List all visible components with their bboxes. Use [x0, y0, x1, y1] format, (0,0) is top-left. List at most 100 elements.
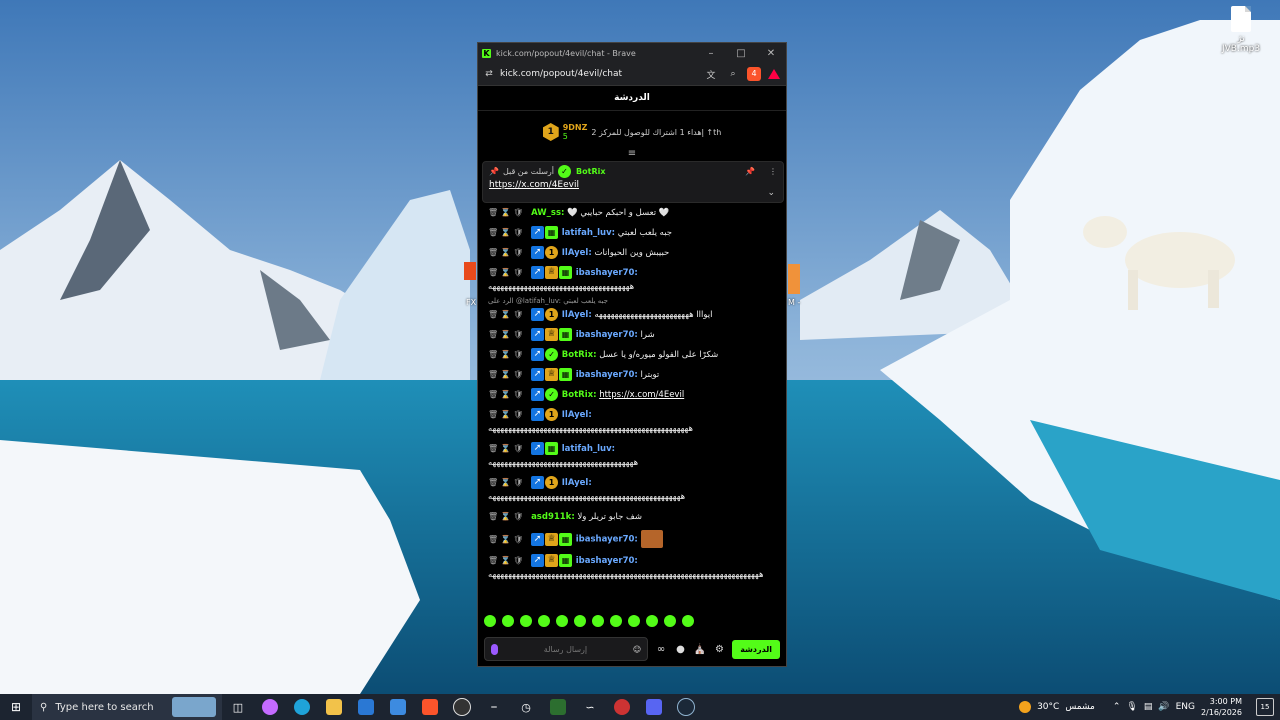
message-username[interactable]: latifah_luv: [562, 444, 615, 454]
emote-icon[interactable] [538, 615, 550, 627]
url-field[interactable]: kick.com/popout/4evil/chat [500, 69, 700, 79]
taskbar-search[interactable]: ⚲ Type here to search [32, 694, 222, 720]
mod-actions-icon[interactable]: 🗑 ⌛ 🛡 [488, 248, 523, 257]
message-username[interactable]: AW_ss: [531, 208, 564, 218]
mod-actions-icon[interactable]: 🗑 ⌛ 🛡 [488, 310, 523, 319]
unpin-icon[interactable]: 📌 [745, 167, 755, 176]
desktop-file-icon[interactable]: نژ‎ JVB.mp3 [1222, 6, 1260, 54]
infinity-icon[interactable]: ∞ [654, 644, 667, 655]
clock[interactable]: 3:00 PM 2/16/2026 [1201, 696, 1242, 718]
message-username[interactable]: IlAyel: [562, 410, 592, 420]
reply-reference[interactable]: الرد على @latifah_luv: جبه يلعب لعبتي [478, 297, 784, 305]
drag-handle-icon[interactable]: ≡ [478, 149, 786, 161]
emote-icon[interactable] [484, 615, 496, 627]
emote-icon[interactable] [556, 615, 568, 627]
file-explorer-icon[interactable] [318, 694, 350, 720]
weather-sun-icon[interactable] [1019, 701, 1032, 713]
outlook-icon[interactable] [350, 694, 382, 720]
speedometer-icon[interactable]: ◷ [510, 694, 542, 720]
brave-icon[interactable] [414, 694, 446, 720]
emote-icon[interactable] [664, 615, 676, 627]
pinned-link[interactable]: https://x.com/4Eevil [483, 180, 783, 190]
obs-icon[interactable] [446, 694, 478, 720]
pinned-username[interactable]: BotRix [576, 167, 605, 176]
emote-icon[interactable] [502, 615, 514, 627]
message-username[interactable]: IlAyel: [562, 478, 592, 488]
emote-icon[interactable] [574, 615, 586, 627]
emoji-icon[interactable]: ☺ [633, 645, 641, 654]
store-icon[interactable]: ⛪ [693, 644, 706, 655]
microphone-tray-icon[interactable]: 🎙 [1126, 702, 1137, 712]
windows-start-icon[interactable]: ⊞ [0, 700, 32, 714]
message-username[interactable]: ibashayer70: [576, 370, 638, 380]
emote-icon[interactable] [592, 615, 604, 627]
desktop-icon-peek-left[interactable]: FX [466, 298, 476, 307]
edge-icon[interactable] [286, 694, 318, 720]
emote-icon[interactable] [628, 615, 640, 627]
sub-goal-banner[interactable]: 1 9DNZ 5 إهداء 1 اشتراك للوصول للمركز 2 … [478, 115, 786, 149]
steam-icon[interactable] [670, 694, 702, 720]
chevron-up-icon[interactable]: ⌃ [1113, 702, 1121, 712]
brave-shields-icon[interactable]: 4 [747, 67, 761, 81]
weather-label[interactable]: مشمس [1065, 702, 1095, 712]
message-username[interactable]: BotRix: [562, 390, 597, 400]
mod-actions-icon[interactable]: 🗑 ⌛ 🛡 [488, 512, 523, 521]
message-username[interactable]: asd911k: [531, 512, 575, 522]
message-username[interactable]: ibashayer70: [576, 330, 638, 340]
kicks-icon[interactable]: ● [674, 644, 687, 655]
app-icon[interactable]: ⎯ [478, 694, 510, 720]
message-username[interactable]: IlAyel: [562, 310, 592, 320]
settings-gear-icon[interactable]: ⚙ [713, 644, 726, 655]
mod-actions-icon[interactable]: 🗑 ⌛ 🛡 [488, 228, 523, 237]
close-button[interactable]: ✕ [756, 48, 786, 59]
mod-actions-icon[interactable]: 🗑 ⌛ 🛡 [488, 268, 523, 277]
minimize-button[interactable]: – [696, 48, 726, 59]
message-username[interactable]: latifah_luv: [562, 228, 615, 238]
store-app-icon[interactable] [382, 694, 414, 720]
message-username[interactable]: ibashayer70: [576, 535, 638, 545]
chat-input[interactable]: إرسال رسالة ☺ [484, 637, 649, 661]
emote-icon[interactable] [646, 615, 658, 627]
copilot-icon[interactable] [254, 694, 286, 720]
chat-messages[interactable]: 🗑 ⌛ 🛡 AW_ss: 🤍 تعسل و احبكم حبايبي 🤍 🗑 ⌛… [478, 203, 784, 615]
mod-actions-icon[interactable]: 🗑 ⌛ 🛡 [488, 410, 523, 419]
emote-icon[interactable] [682, 615, 694, 627]
mod-actions-icon[interactable]: 🗑 ⌛ 🛡 [488, 478, 523, 487]
notification-center-icon[interactable]: 15 [1256, 698, 1274, 716]
message-username[interactable]: IlAyel: [562, 248, 592, 258]
language-indicator[interactable]: ENG [1176, 702, 1195, 712]
mod-actions-icon[interactable]: 🗑 ⌛ 🛡 [488, 444, 523, 453]
emote-icon[interactable] [610, 615, 622, 627]
discord-icon[interactable] [638, 694, 670, 720]
desktop-icon-peek-right[interactable]: M - [788, 298, 800, 307]
mod-actions-icon[interactable]: 🗑 ⌛ 🛡 [488, 535, 523, 544]
maximize-button[interactable]: □ [726, 48, 756, 59]
zoom-icon[interactable]: ⌕ [722, 69, 744, 79]
capcut-icon[interactable]: ∽ [574, 694, 606, 720]
more-options-icon[interactable]: ⋮ [769, 167, 777, 176]
mod-actions-icon[interactable]: 🗑 ⌛ 🛡 [488, 390, 523, 399]
mod-actions-icon[interactable]: 🗑 ⌛ 🛡 [488, 370, 523, 379]
chevron-down-icon[interactable]: ⌄ [767, 188, 775, 198]
mod-actions-icon[interactable]: 🗑 ⌛ 🛡 [488, 350, 523, 359]
mod-actions-icon[interactable]: 🗑 ⌛ 🛡 [488, 208, 523, 217]
message-link[interactable]: https://x.com/4Eevil [599, 390, 684, 400]
message-username[interactable]: ibashayer70: [576, 268, 638, 278]
task-view-icon[interactable]: ◫ [222, 694, 254, 720]
microphone-icon[interactable] [491, 643, 498, 655]
recorder-icon[interactable] [606, 694, 638, 720]
send-chat-button[interactable]: الدردشة [732, 639, 780, 659]
brave-rewards-icon[interactable] [768, 69, 780, 79]
mod-actions-icon[interactable]: 🗑 ⌛ 🛡 [488, 330, 523, 339]
site-settings-icon[interactable]: ⇄ [478, 69, 500, 79]
network-icon[interactable]: ▤ [1144, 702, 1153, 712]
emote-icon[interactable] [520, 615, 532, 627]
mod-actions-icon[interactable]: 🗑 ⌛ 🛡 [488, 556, 523, 565]
translate-icon[interactable]: 文 [700, 68, 722, 81]
volume-icon[interactable]: 🔊 [1158, 702, 1169, 712]
weather-temp[interactable]: 30°C [1037, 702, 1059, 712]
pinned-message[interactable]: 📌 أرسلت من قبل ✓ BotRix 📌 ⋮ https://x.co… [482, 161, 784, 203]
message-username[interactable]: BotRix: [562, 350, 597, 360]
xbox-icon[interactable] [542, 694, 574, 720]
message-username[interactable]: ibashayer70: [576, 556, 638, 566]
